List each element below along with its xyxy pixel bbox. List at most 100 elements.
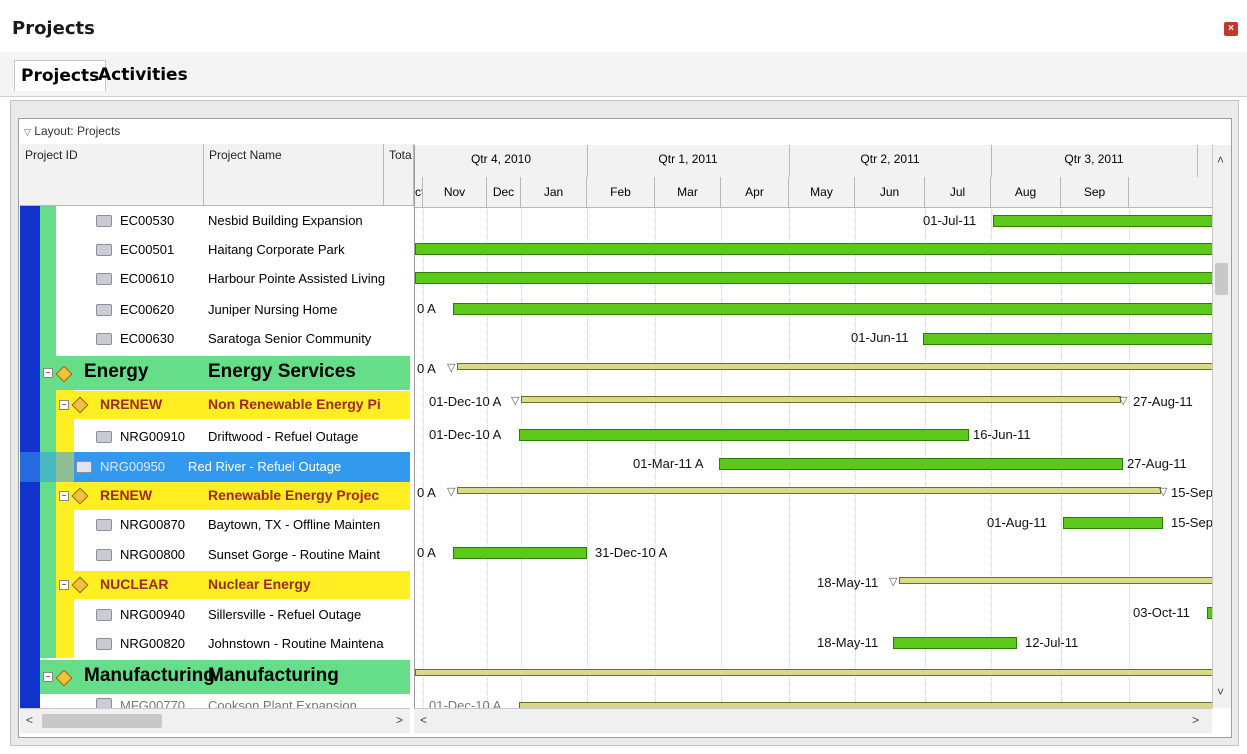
eps-id: RENEW bbox=[100, 487, 153, 503]
scroll-left-icon[interactable]: < bbox=[420, 713, 427, 727]
scroll-down-icon[interactable]: ˅ bbox=[1217, 685, 1224, 699]
table-row[interactable]: EC00530 Nesbid Building Expansion bbox=[20, 206, 410, 236]
table-row[interactable]: NRG00800 Sunset Gorge - Routine Maint bbox=[20, 540, 410, 570]
scroll-right-icon[interactable]: > bbox=[1192, 713, 1199, 727]
summary-end-icon: ▽ bbox=[1159, 486, 1168, 498]
table-row[interactable]: NRG00940 Sillersville - Refuel Outage bbox=[20, 600, 410, 630]
horizontal-scrollbar-left[interactable]: < > bbox=[20, 708, 410, 733]
close-icon[interactable]: × bbox=[1224, 22, 1238, 36]
column-header-project-name[interactable]: Project Name bbox=[204, 144, 384, 206]
vertical-scroll-thumb[interactable] bbox=[1215, 263, 1228, 295]
project-name: Sunset Gorge - Routine Maint bbox=[208, 547, 380, 562]
window-title: Projects bbox=[12, 18, 95, 39]
bar-label: 0 A bbox=[417, 301, 436, 316]
eps-icon bbox=[55, 669, 73, 687]
activity-bar[interactable] bbox=[415, 243, 1213, 255]
layout-label[interactable]: ▽ Layout: Projects bbox=[24, 120, 120, 142]
table-row[interactable]: EC00501 Haitang Corporate Park bbox=[20, 235, 410, 265]
bar-label: 01-Mar-11 A bbox=[633, 456, 704, 471]
folder-icon bbox=[76, 461, 92, 473]
eps-row-renew[interactable]: − RENEW Renewable Energy Projec bbox=[56, 482, 410, 510]
eps-row-manufacturing[interactable]: − Manufacturing Manufacturing bbox=[40, 660, 410, 694]
collapse-icon[interactable]: − bbox=[59, 491, 69, 501]
horizontal-scroll-thumb[interactable] bbox=[42, 714, 162, 728]
summary-bar[interactable] bbox=[415, 669, 1213, 676]
folder-icon bbox=[96, 333, 112, 345]
column-header-project-id[interactable]: Project ID bbox=[20, 144, 204, 206]
eps-row-nuclear[interactable]: − NUCLEAR Nuclear Energy bbox=[56, 571, 410, 599]
table-row[interactable]: NRG00910 Driftwood - Refuel Outage bbox=[20, 422, 410, 452]
vertical-scrollbar[interactable]: ˄ ˅ bbox=[1212, 145, 1231, 708]
eps-icon bbox=[71, 576, 89, 594]
table-row-selected[interactable]: NRG00950 Red River - Refuel Outage bbox=[74, 452, 410, 482]
summary-start-icon: ▽ bbox=[889, 576, 898, 588]
selection-highlight bbox=[20, 452, 74, 482]
project-id: NRG00910 bbox=[120, 429, 186, 444]
horizontal-scrollbar-right[interactable]: < > bbox=[414, 708, 1212, 733]
collapse-icon[interactable]: − bbox=[59, 580, 69, 590]
folder-icon bbox=[96, 549, 112, 561]
window-title-bar bbox=[0, 0, 1247, 53]
column-header-total[interactable]: Tota bbox=[384, 144, 414, 206]
summary-start-icon: ▽ bbox=[447, 362, 456, 374]
month-label: Mar bbox=[655, 177, 721, 207]
activity-bar[interactable] bbox=[993, 215, 1213, 227]
scroll-right-icon[interactable]: > bbox=[396, 713, 403, 727]
summary-start-icon: ▽ bbox=[511, 395, 520, 407]
activity-bar[interactable] bbox=[1063, 517, 1163, 529]
bar-label: 18-May-11 bbox=[817, 575, 879, 590]
activity-bar[interactable] bbox=[923, 333, 1213, 345]
table-row[interactable]: MFG00770 Cookson Plant Expansion bbox=[20, 696, 410, 708]
gantt-chart[interactable]: Qtr 4, 2010 Qtr 1, 2011 Qtr 2, 2011 Qtr … bbox=[414, 145, 1213, 708]
folder-icon bbox=[96, 431, 112, 443]
folder-icon bbox=[96, 609, 112, 621]
eps-icon bbox=[71, 396, 89, 414]
month-label: Feb bbox=[587, 177, 655, 207]
project-name: Harbour Pointe Assisted Living bbox=[208, 271, 386, 286]
bar-label: 18-May-11 bbox=[817, 635, 879, 650]
bar-label: 03-Oct-11 bbox=[1133, 605, 1190, 620]
eps-row-energy[interactable]: − Energy Energy Services bbox=[40, 356, 410, 390]
month-label: Aug bbox=[991, 177, 1061, 207]
scroll-up-icon[interactable]: ˄ bbox=[1217, 153, 1224, 167]
activity-bar[interactable] bbox=[519, 429, 969, 441]
project-name: Juniper Nursing Home bbox=[208, 302, 338, 317]
month-label: Jul bbox=[925, 177, 991, 207]
activity-bar[interactable] bbox=[893, 637, 1017, 649]
bar-label: 01-Dec-10 A bbox=[429, 394, 502, 409]
quarter-label: Qtr 1, 2011 bbox=[587, 145, 790, 177]
eps-name: Non Renewable Energy Pi bbox=[208, 396, 381, 412]
activity-bar[interactable] bbox=[453, 547, 587, 559]
summary-bar[interactable] bbox=[457, 363, 1213, 370]
collapse-icon[interactable]: − bbox=[43, 672, 53, 682]
bar-label: 01-Jul-11 bbox=[923, 213, 977, 228]
project-id: NRG00870 bbox=[120, 517, 186, 532]
eps-row-nrenew[interactable]: − NRENEW Non Renewable Energy Pi bbox=[56, 391, 410, 419]
bar-label: 0 A bbox=[417, 545, 436, 560]
collapse-icon[interactable]: − bbox=[43, 368, 53, 378]
activity-bar[interactable] bbox=[719, 458, 1123, 470]
project-name: Cookson Plant Expansion bbox=[208, 698, 357, 708]
tab-activities[interactable]: Activities bbox=[92, 60, 194, 90]
table-row[interactable]: NRG00820 Johnstown - Routine Maintena bbox=[20, 629, 410, 659]
table-row[interactable]: EC00610 Harbour Pointe Assisted Living bbox=[20, 264, 410, 294]
folder-icon bbox=[96, 638, 112, 650]
month-label: Nov bbox=[423, 177, 487, 207]
project-name: Haitang Corporate Park bbox=[208, 242, 345, 257]
table-row[interactable]: EC00620 Juniper Nursing Home bbox=[20, 295, 410, 325]
summary-bar[interactable] bbox=[899, 577, 1213, 584]
project-id: EC00530 bbox=[120, 213, 175, 228]
summary-bar[interactable] bbox=[457, 487, 1161, 494]
collapse-icon[interactable]: − bbox=[59, 400, 69, 410]
month-label: Jun bbox=[855, 177, 925, 207]
activity-bar[interactable] bbox=[415, 272, 1213, 284]
bar-label: 0 A bbox=[417, 361, 436, 376]
scroll-left-icon[interactable]: < bbox=[26, 713, 33, 727]
month-label: Dec bbox=[487, 177, 521, 207]
activity-bar[interactable] bbox=[453, 303, 1213, 315]
table-row[interactable]: EC00630 Saratoga Senior Community bbox=[20, 324, 410, 354]
summary-bar[interactable] bbox=[521, 396, 1121, 403]
table-row[interactable]: NRG00870 Baytown, TX - Offline Mainten bbox=[20, 510, 410, 540]
eps-id: NUCLEAR bbox=[100, 576, 169, 592]
eps-icon bbox=[71, 487, 89, 505]
